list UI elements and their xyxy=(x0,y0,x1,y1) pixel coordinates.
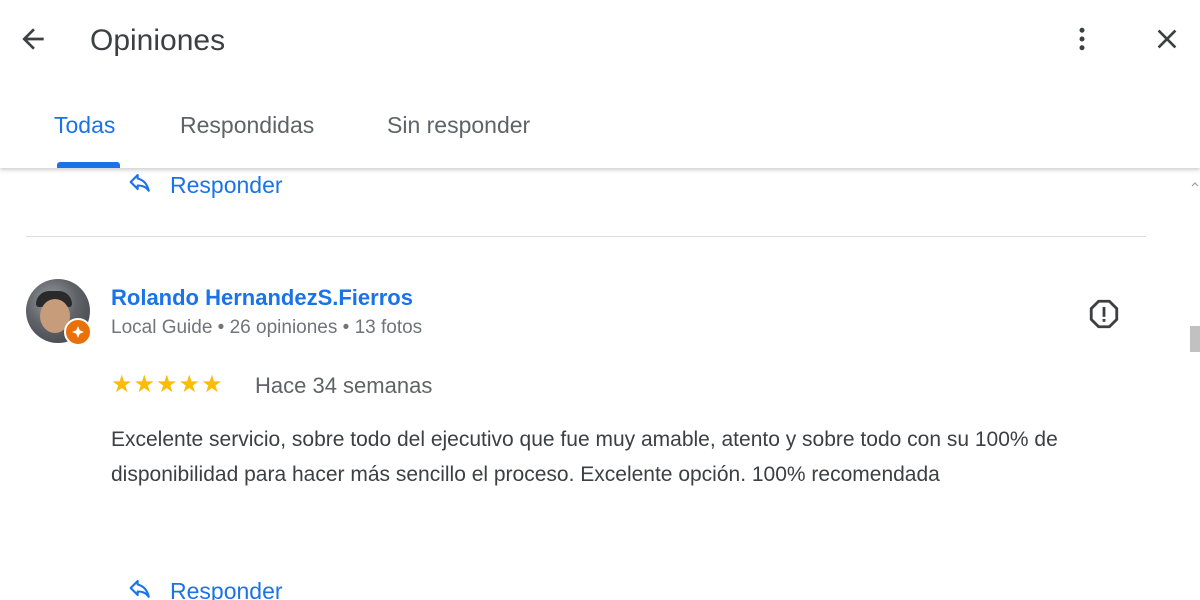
reviewer-meta: Local Guide • 26 opiniones • 13 fotos xyxy=(111,317,423,338)
reviews-panel: Opiniones Todas Respondidas Sin responde… xyxy=(0,0,1200,600)
active-tab-indicator xyxy=(57,162,120,168)
reply-label: Responder xyxy=(170,171,283,198)
review-divider xyxy=(26,236,1146,237)
scroll-up-arrow-icon[interactable] xyxy=(1190,176,1200,187)
close-icon xyxy=(1151,23,1183,60)
back-button[interactable] xyxy=(14,22,52,60)
arrow-back-icon xyxy=(17,23,49,60)
tab-todas[interactable]: Todas xyxy=(54,110,115,140)
reply-icon xyxy=(126,574,154,600)
more-options-button[interactable] xyxy=(1064,22,1100,60)
star-icon: ★ xyxy=(133,371,156,398)
more-vert-icon xyxy=(1067,24,1097,59)
reviewer-name-link[interactable]: Rolando HernandezS.Fierros xyxy=(111,284,413,312)
report-icon xyxy=(1087,297,1121,336)
scrollbar-thumb[interactable] xyxy=(1190,326,1200,352)
star-icon: ★ xyxy=(178,371,201,398)
star-icon: ★ xyxy=(156,371,178,398)
reviews-header: Opiniones Todas Respondidas Sin responde… xyxy=(0,0,1200,168)
reply-label: Responder xyxy=(170,577,283,600)
local-guide-badge-icon xyxy=(64,318,92,346)
star-rating: ★ ★ ★ ★ ★ xyxy=(111,372,223,398)
review-text: Excelente servicio, sobre todo del ejecu… xyxy=(111,428,1058,486)
tab-sin-responder[interactable]: Sin responder xyxy=(387,110,530,140)
tab-respondidas[interactable]: Respondidas xyxy=(180,110,314,140)
report-review-button[interactable] xyxy=(1086,298,1122,334)
page-title: Opiniones xyxy=(90,24,226,57)
reply-button-previous[interactable]: Responder xyxy=(126,168,283,201)
reply-icon xyxy=(126,168,154,201)
review-date: Hace 34 semanas xyxy=(255,373,433,398)
review-filter-tabs: Todas Respondidas Sin responder xyxy=(0,100,1200,168)
star-icon: ★ xyxy=(111,371,133,398)
star-icon: ★ xyxy=(201,371,223,398)
reply-button[interactable]: Responder xyxy=(126,574,283,600)
close-button[interactable] xyxy=(1148,22,1186,60)
